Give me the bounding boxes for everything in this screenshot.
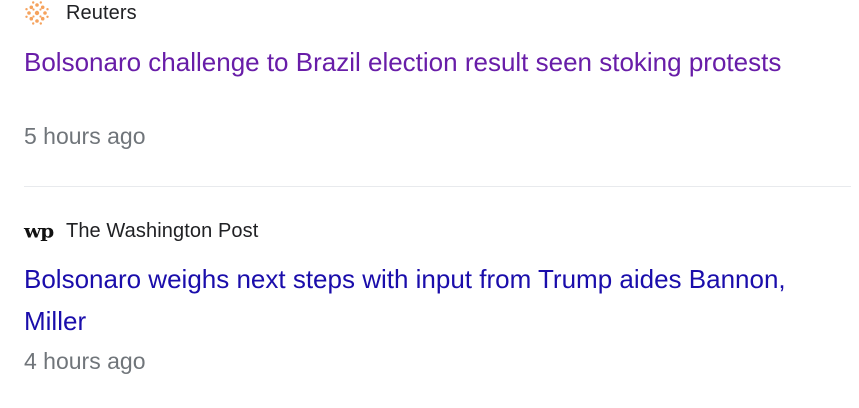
source-name: Reuters [66,1,137,24]
article-headline-link[interactable]: Bolsonaro weighs next steps with input f… [24,258,851,342]
article-timestamp: 4 hours ago [24,348,146,374]
washington-post-logo-text: wp [24,220,54,242]
source-name: The Washington Post [66,219,259,242]
source-row: wp The Washington Post [24,218,851,244]
article-timestamp: 5 hours ago [24,123,146,149]
source-row: Reuters [24,0,851,26]
reuters-logo-icon [24,0,52,26]
article-headline-link[interactable]: Bolsonaro challenge to Brazil election r… [24,41,851,83]
news-article-reuters: Reuters Bolsonaro challenge to Brazil el… [24,0,851,150]
article-divider [24,186,851,187]
washington-post-logo-icon: wp [24,218,54,244]
news-article-washington-post: wp The Washington Post Bolsonaro weighs … [24,218,851,375]
